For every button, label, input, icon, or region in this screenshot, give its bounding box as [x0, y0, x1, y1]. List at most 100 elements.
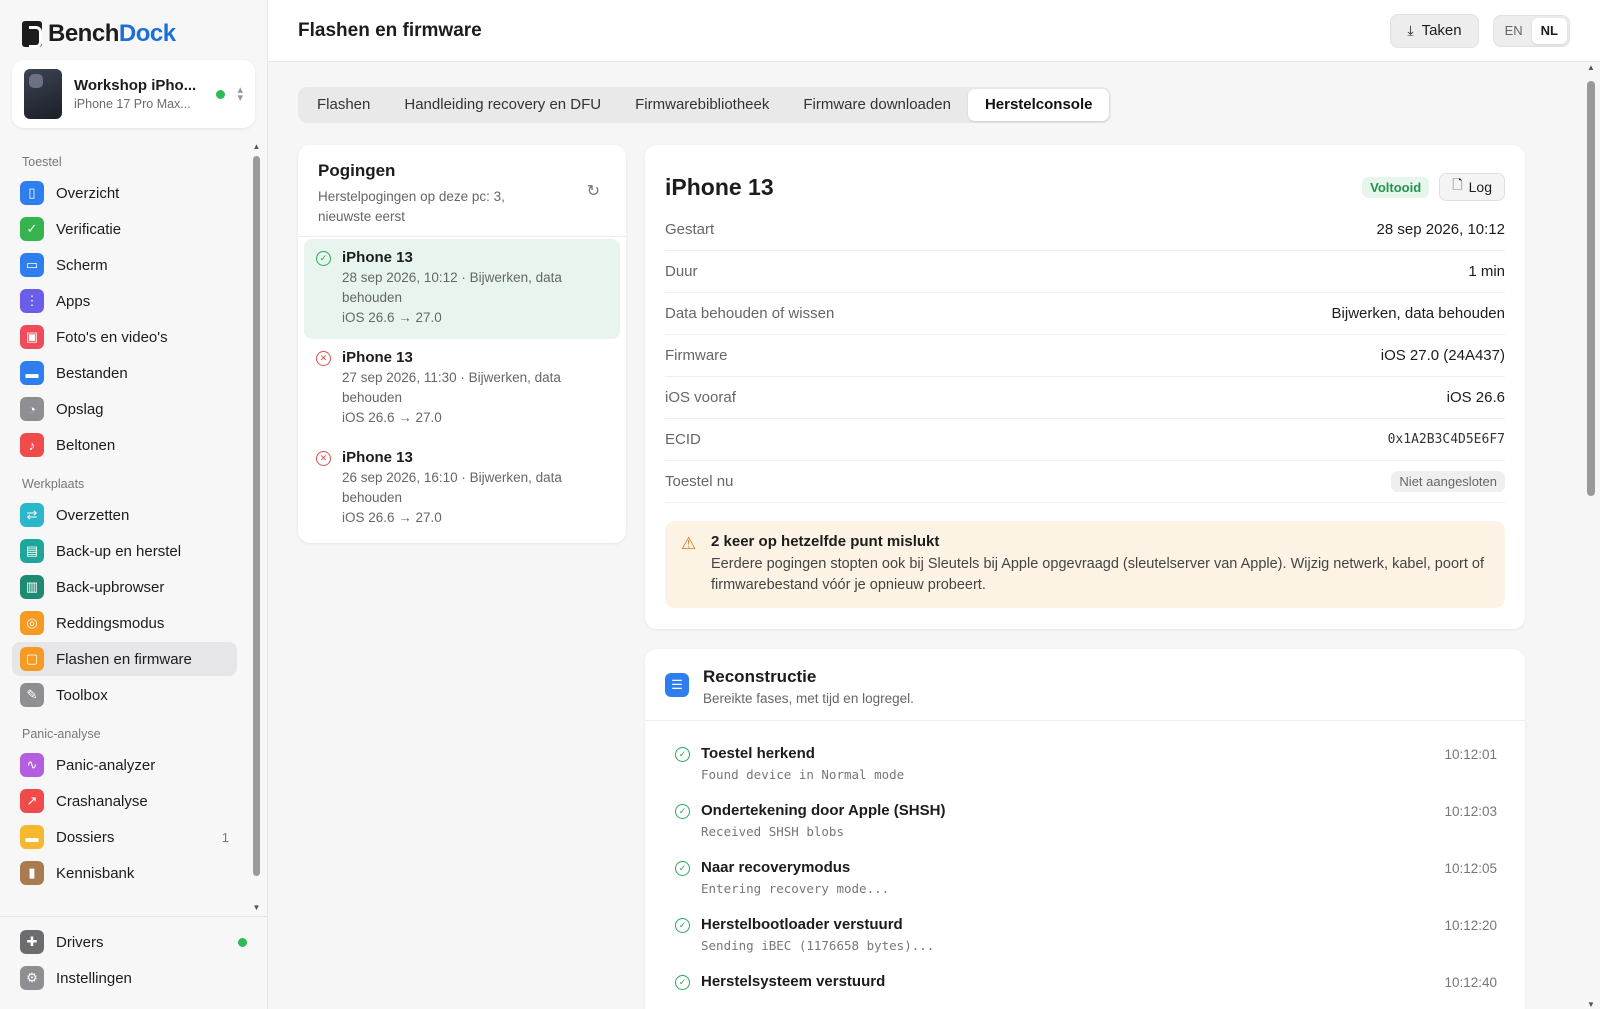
main-scroll-thumb[interactable]	[1587, 81, 1595, 496]
attempt-list-item[interactable]: ✕ iPhone 13 27 sep 2026, 11:30 · Bijwerken…	[304, 339, 620, 439]
device-connected-indicator	[216, 89, 226, 99]
detail-title: iPhone 13	[665, 173, 774, 200]
step-time: 10:12:01	[1444, 747, 1497, 762]
scroll-up-arrow-icon[interactable]: ▲	[1586, 63, 1596, 72]
detail-row-label: Toestel nu	[665, 473, 734, 490]
device-name: Workshop iPho...	[74, 77, 197, 94]
sidebar-item-panic-analyzer[interactable]: ∿ Panic-analyzer	[12, 748, 237, 782]
folder-icon: ▬	[20, 361, 44, 385]
detail-row-value: 0x1A2B3C4D5E6F7	[1387, 432, 1505, 447]
lang-en-button[interactable]: EN	[1496, 18, 1532, 44]
status-indicator	[238, 937, 247, 947]
attempt-meta: 27 sep 2026, 11:30 · Bijwerken, data beh…	[342, 370, 561, 405]
scroll-down-arrow-icon[interactable]: ▼	[252, 903, 261, 912]
sidebar-item-scherm[interactable]: ▭ Scherm	[12, 248, 237, 282]
tab-flashen[interactable]: Flashen	[300, 89, 387, 121]
log-button[interactable]: 🗋 Log	[1439, 173, 1505, 201]
device-switcher[interactable]: Workshop iPho... iPhone 17 Pro Max... ▴ ▾	[12, 60, 255, 128]
step-name: Ondertekening door Apple (SHSH)	[701, 802, 946, 819]
device-model: iPhone 17 Pro Max...	[74, 97, 191, 111]
sidebar-scroll-thumb[interactable]	[253, 156, 260, 876]
detail-row-value: 28 sep 2026, 10:12	[1376, 221, 1505, 238]
sidebar-item-label: Overzicht	[56, 184, 120, 202]
step-name: Herstelsysteem verstuurd	[701, 973, 886, 990]
sidebar-item-apps[interactable]: ⋮ Apps	[12, 284, 237, 318]
tab-bar: Flashen Handleiding recovery en DFU Firmwa…	[298, 87, 1112, 123]
lang-nl-button[interactable]: NL	[1531, 17, 1567, 44]
sidebar-item-overzicht[interactable]: ▯ Overzicht	[12, 176, 237, 210]
detail-row-label: iOS vooraf	[665, 389, 736, 406]
sidebar-item-dossiers[interactable]: ▬ Dossiers 1	[12, 820, 237, 854]
tab-firmwarebibliotheek[interactable]: Firmwarebibliotheek	[618, 89, 786, 121]
sidebar-item-reddingsmodus[interactable]: ◎ Reddingsmodus	[12, 606, 237, 640]
detail-row-label: Data behouden of wissen	[665, 305, 835, 322]
attempts-panel: Pogingen Herstelpogingen op deze pc: 3, …	[298, 145, 626, 543]
attempt-list-item[interactable]: ✓ iPhone 13 28 sep 2026, 10:12 · Bijwerken…	[304, 239, 620, 339]
step-time: 10:12:03	[1444, 804, 1497, 819]
tasks-button[interactable]: ⤓ Taken	[1390, 13, 1479, 48]
sidebar-item-toolbox[interactable]: ✎ Toolbox	[12, 678, 237, 712]
tab-firmware-downloaden[interactable]: Firmware downloaden	[786, 89, 968, 121]
tab-herstelconsole[interactable]: Herstelconsole	[967, 89, 1110, 121]
sidebar-item-label: Back-up en herstel	[56, 542, 182, 560]
sidebar-item-label: Kennisbank	[56, 864, 135, 882]
check-circle-icon: ✓	[675, 975, 690, 990]
reconstruction-step: ✓ Ondertekening door Apple (SHSH) Received…	[675, 778, 1497, 839]
detail-row: Data behouden of wissen Bijwerken, data b…	[665, 293, 1505, 335]
detail-row-label: ECID	[665, 431, 701, 448]
page-title: Flashen en firmware	[298, 19, 482, 41]
sidebar-item-label: Bestanden	[56, 364, 128, 382]
attempt-version: iOS 26.6 → 27.0	[342, 410, 442, 425]
sidebar-scrollbar[interactable]: ▲ ▼	[252, 142, 261, 912]
attempt-list-item[interactable]: ✕ iPhone 13 26 sep 2026, 16:10 · Bijwerken…	[304, 439, 620, 539]
sidebar-item-label: Reddingsmodus	[56, 614, 165, 632]
tab-handleiding-recovery-en-dfu[interactable]: Handleiding recovery en DFU	[387, 89, 618, 121]
sidebar-item-beltonen[interactable]: ♪ Beltonen	[12, 428, 237, 462]
log-button-label: Log	[1468, 179, 1492, 195]
attempts-list: ✓ iPhone 13 28 sep 2026, 10:12 · Bijwerken…	[298, 237, 626, 539]
main-area: Flashen en firmware ⤓ Taken EN NL Flashe…	[268, 0, 1600, 1009]
refresh-icon[interactable]: ↻	[587, 181, 600, 201]
sidebar-item-instellingen[interactable]: ⚙ Instellingen	[12, 961, 255, 995]
sidebar-item-label: Crashanalyse	[56, 792, 148, 810]
detail-row: ECID 0x1A2B3C4D5E6F7	[665, 419, 1505, 461]
shield-check-icon: ✓	[20, 217, 44, 241]
step-time: 10:12:05	[1444, 861, 1497, 876]
chip-icon: ▢	[20, 647, 44, 671]
waveform-icon: ∿	[20, 753, 44, 777]
sidebar-item-label: Flashen en firmware	[56, 650, 192, 668]
sidebar-item-verificatie[interactable]: ✓ Verificatie	[12, 212, 237, 246]
sidebar-nav: Toestel ▯ Overzicht ✓ Verificatie ▭ Scherm ⋮ App…	[0, 140, 249, 897]
language-toggle: EN NL	[1492, 14, 1570, 47]
app-name: BenchDock	[48, 20, 176, 47]
reconstruction-step: ✓ Naar recoverymodus Entering recovery mod…	[675, 835, 1497, 896]
sidebar-item-overzetten[interactable]: ⇄ Overzetten	[12, 498, 237, 532]
scroll-up-arrow-icon[interactable]: ▲	[252, 142, 261, 151]
reconstruction-steps: ✓ Toestel herkend Found device in Normal m…	[645, 721, 1525, 1006]
attempt-device-name: iPhone 13	[342, 349, 413, 366]
sidebar-item-flashen-en-firmware[interactable]: ▢ Flashen en firmware	[12, 642, 237, 676]
sidebar-item-label: Foto's en video's	[56, 328, 168, 346]
sidebar-item-crashanalyse[interactable]: ↗ Crashanalyse	[12, 784, 237, 818]
sidebar-item-bestanden[interactable]: ▬ Bestanden	[12, 356, 237, 390]
sidebar-item-opslag[interactable]: ◔ Opslag	[12, 392, 237, 426]
gear-icon: ⚙	[20, 966, 44, 990]
main-scrollbar[interactable]: ▲ ▼	[1586, 63, 1596, 1009]
detail-row-value: 1 min	[1468, 263, 1505, 280]
sidebar-item-back-up-en-herstel[interactable]: ▤ Back-up en herstel	[12, 534, 237, 568]
sidebar-item-drivers[interactable]: ✚ Drivers	[12, 925, 255, 959]
x-circle-icon: ✕	[316, 351, 331, 366]
detail-row: Gestart 28 sep 2026, 10:12	[665, 209, 1505, 251]
sidebar-item-kennisbank[interactable]: ▮ Kennisbank	[12, 856, 237, 890]
scroll-down-arrow-icon[interactable]: ▼	[1586, 1000, 1596, 1009]
logo-icon	[22, 21, 42, 48]
sidebar-item-foto-s-en-video-s[interactable]: ▣ Foto's en video's	[12, 320, 237, 354]
step-time: 10:12:40	[1444, 975, 1497, 990]
attempt-device-name: iPhone 13	[342, 249, 413, 266]
x-circle-icon: ✕	[316, 451, 331, 466]
sidebar-item-back-upbrowser[interactable]: ▥ Back-upbrowser	[12, 570, 237, 604]
document-icon: 🗋	[1452, 177, 1463, 192]
warning-text: Eerdere pogingen stopten ook bij Sleutel…	[711, 556, 1484, 593]
attempts-title: Pogingen	[318, 161, 396, 180]
app-window: BenchDock Workshop iPho... iPhone 17 Pro…	[0, 0, 1600, 1009]
